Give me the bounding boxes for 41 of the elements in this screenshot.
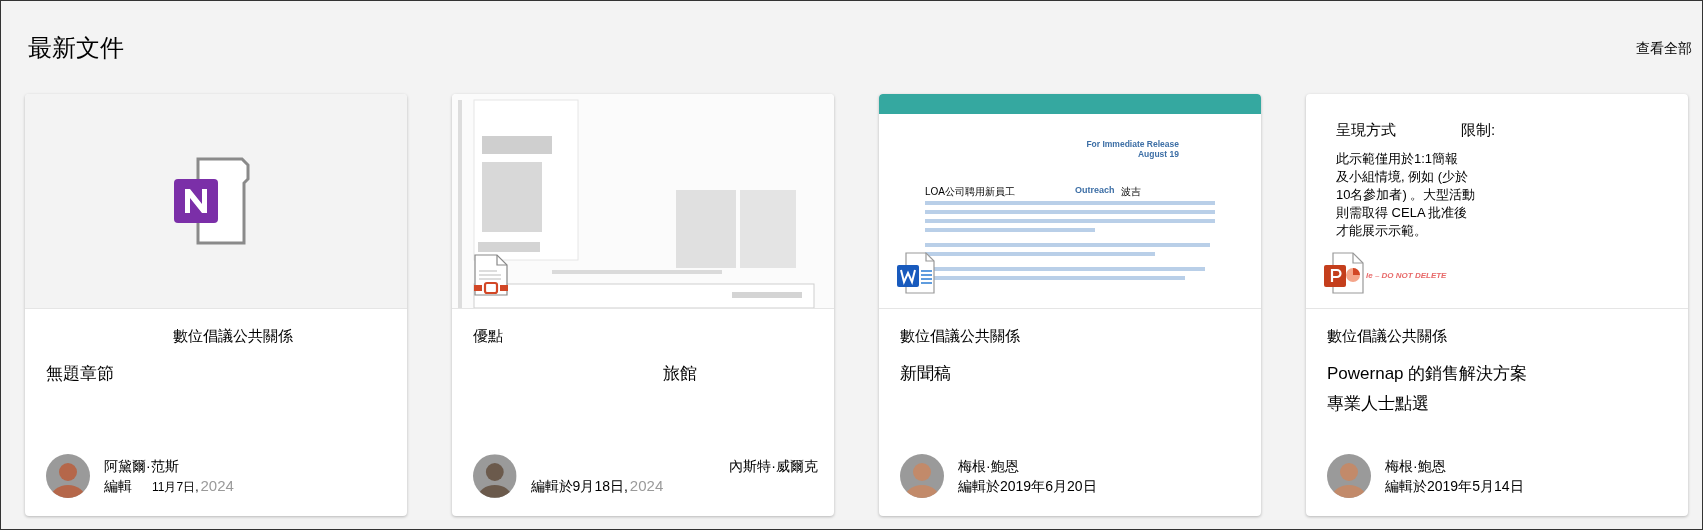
avatar [1327,454,1371,498]
author-name: 阿黛爾·范斯 [104,456,180,476]
image-file-icon [474,254,508,296]
headline-text: Outreach [1075,184,1115,198]
location-text: 優點 [473,326,503,346]
slide-heading: 呈現方式 [1336,120,1396,140]
location-text: 數位倡議公共關係 [900,326,1020,346]
edited-text: 編輯 [104,476,132,496]
location-text: 數位倡議公共關係 [1327,326,1447,346]
file-card[interactable]: 數位倡議公共關係 無題章節 阿黛爾·范斯 編輯 11月7日,2024 [25,94,407,516]
author-name: 梅根·鮑恩 [1385,457,1447,476]
slide-footer: le – DO NOT DELETE [1366,270,1447,282]
release-date: August 19 [1137,149,1179,159]
location-text: 數位倡議公共關係 [173,326,293,346]
edited-text: 2024 [200,475,234,496]
file-title[interactable]: 旅館 [663,359,697,389]
file-title[interactable]: 新聞稿 [900,359,951,389]
edited-text: 編輯於2019年5月14日 [1385,477,1524,496]
edited-text: 編輯於2019年6月20日 [958,477,1097,496]
view-all-link[interactable]: 查看全部 [1636,41,1692,55]
file-card[interactable]: For Immediate Release August 19 LOA公司聘用新員工 Outreach 波吉 數位倡議公共關係 新聞稿 梅根·鮑恩 編輯於2019年6月20日 [879,94,1261,516]
avatar [46,454,90,498]
author-name: 梅根·鮑恩 [958,457,1020,476]
file-card[interactable]: 呈現方式 限制: 此示範僅用於1:1簡報 及小組情境, 例如 (少於 10名參加者) 。大型活動 則需取得 CELA 批准後 才能展示示範。 le – DO NOT DELETE 數位倡議公共關係 Powernap 的銷售解決方案 專業人士點選 梅根·鮑恩 編輯於2019年5月14日 [1306,94,1688,516]
slide-body: 此示範僅用於1:1簡報 及小組情境, 例如 (少於 10名參加者) 。大型活動 則需取得 CELA 批准後 才能展示示範。 [1335,150,1477,240]
section-title: 最新文件 [28,36,124,60]
author-name: 內斯特·威爾克 [729,457,818,476]
release-label: For Immediate Release [1086,139,1179,149]
word-file-icon [897,252,935,294]
avatar [900,454,944,498]
headline-text: LOA公司聘用新員工 [925,184,1015,199]
edited-text: 11月7日, [152,478,199,496]
edited-text: 編輯於9月18日, [530,477,628,496]
presentation-file-icon [1324,252,1364,294]
slide-heading: 限制: [1461,120,1496,140]
file-title[interactable]: Powernap 的銷售解決方案 專業人士點選 [1327,359,1528,419]
edited-text: 2024 [629,476,664,496]
file-title[interactable]: 無題章節 [46,359,114,389]
avatar [473,454,517,498]
headline-text: 波吉 [1120,184,1141,199]
file-card[interactable]: 優點 旅館 內斯特·威爾克 編輯於9月18日,2024 [452,94,834,516]
